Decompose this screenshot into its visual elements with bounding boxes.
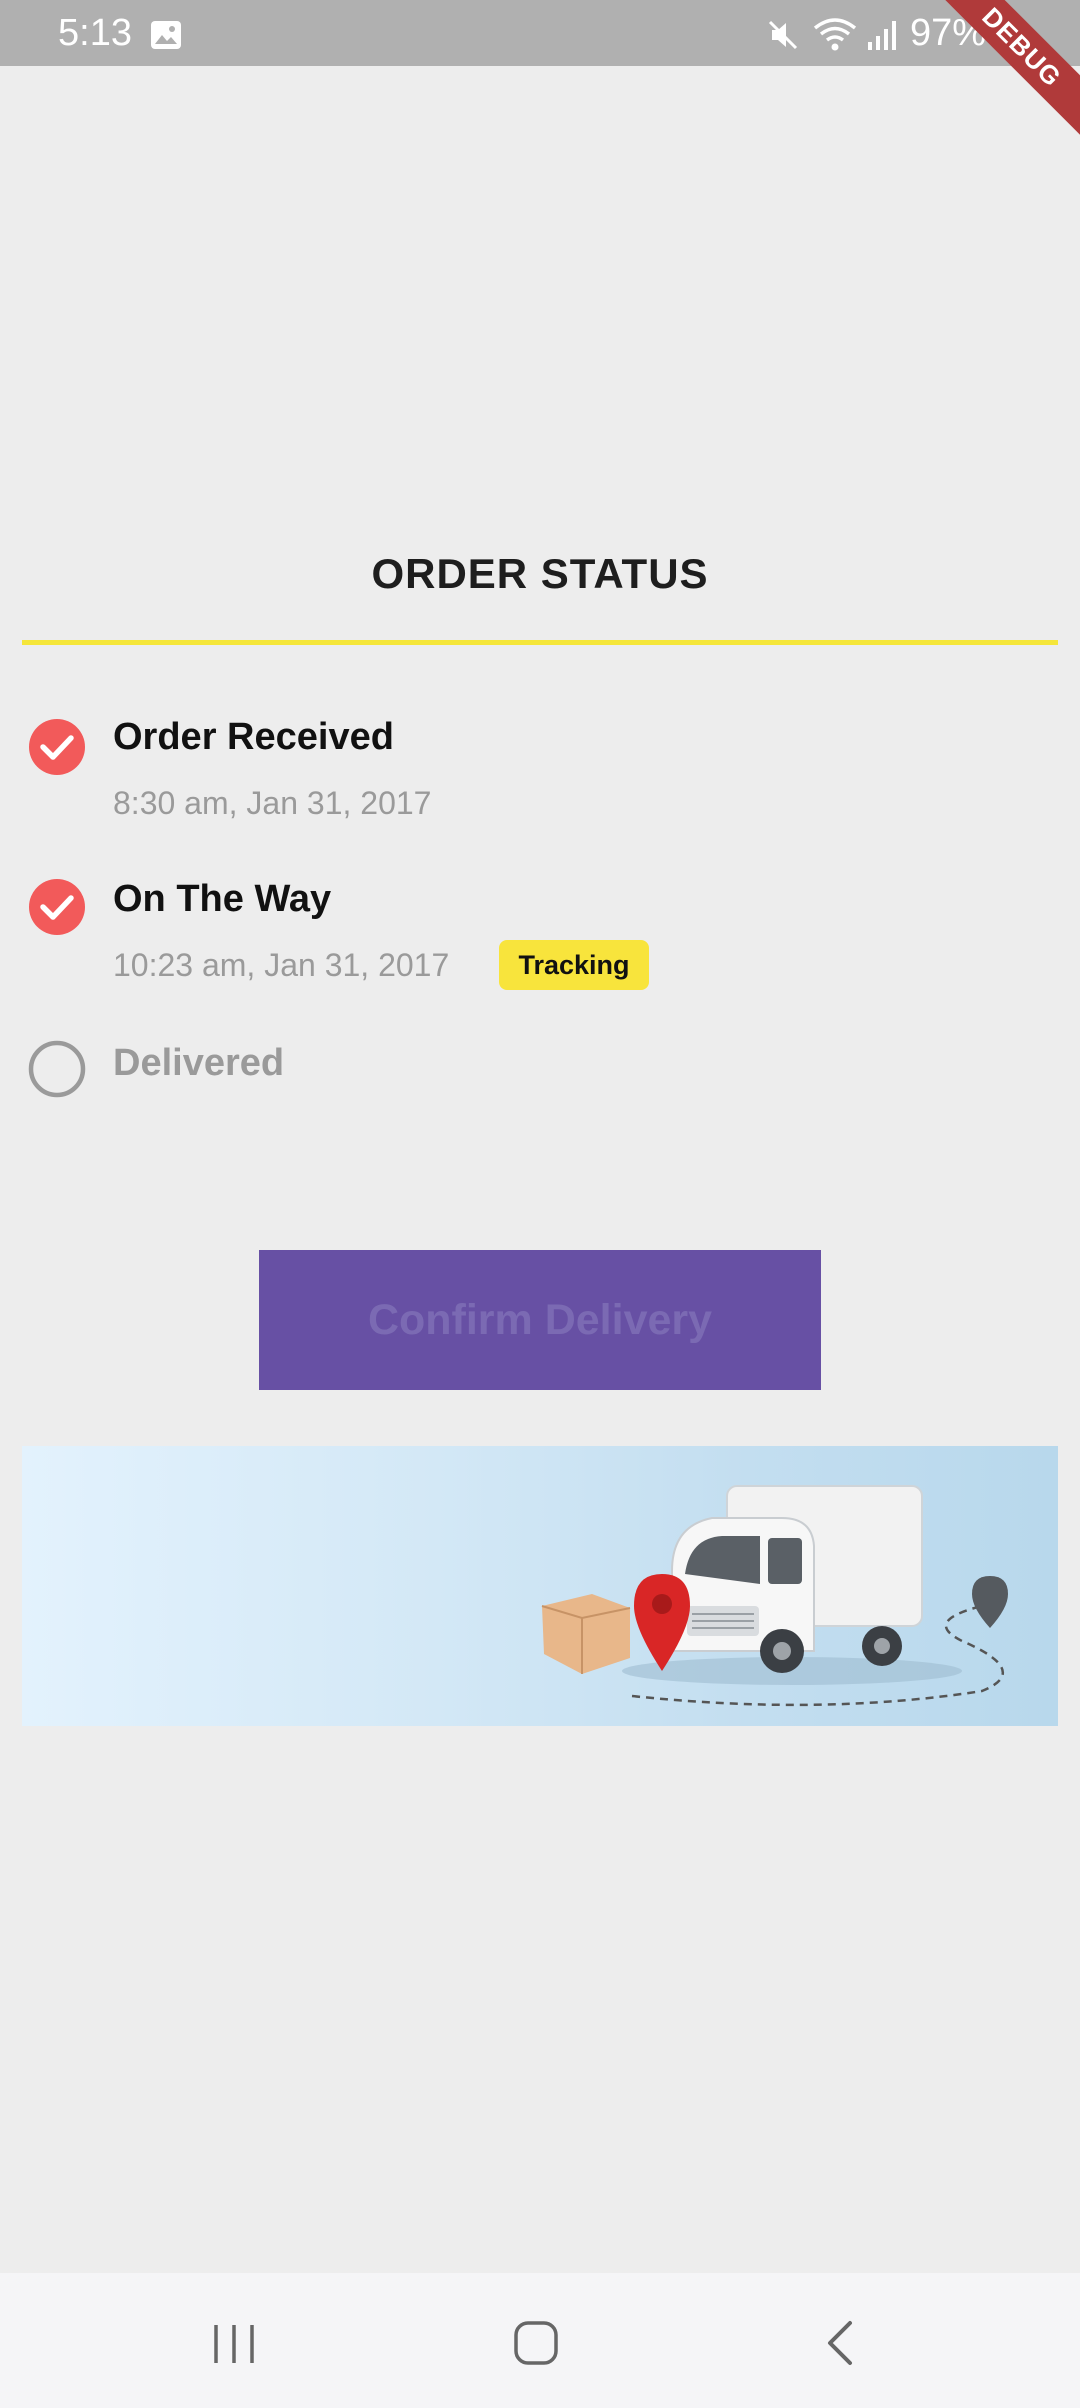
gallery-icon (151, 21, 181, 49)
page-title: ORDER STATUS (371, 550, 709, 597)
step-title: On The Way (113, 878, 332, 920)
step-time: 8:30 am, Jan 31, 2017 (113, 785, 432, 821)
title-underline (22, 640, 1058, 645)
delivery-banner (22, 1446, 1058, 1726)
order-status-screen: 5:13 97% DEBUG ORDER STATUS Order Receiv… (0, 0, 1080, 2408)
check-circle-icon (29, 719, 85, 775)
step-time: 10:23 am, Jan 31, 2017 (113, 947, 450, 983)
status-time: 5:13 (58, 12, 132, 54)
home-icon[interactable] (496, 2303, 576, 2383)
signal-icon (868, 21, 896, 50)
system-navigation-bar (0, 2273, 1080, 2408)
mute-icon (768, 20, 798, 50)
recents-icon[interactable] (194, 2303, 274, 2383)
step-title: Order Received (113, 716, 394, 758)
wifi-icon (813, 18, 857, 51)
delivery-truck-illustration (541, 1485, 1008, 1707)
check-circle-icon (29, 879, 85, 935)
empty-circle-icon (28, 1040, 86, 1098)
back-icon[interactable] (800, 2303, 880, 2383)
status-bar: 5:13 97% (0, 0, 1080, 66)
confirm-delivery-button[interactable]: Confirm Delivery (259, 1250, 821, 1390)
tracking-badge[interactable]: Tracking (499, 940, 649, 990)
step-title: Delivered (113, 1042, 285, 1084)
